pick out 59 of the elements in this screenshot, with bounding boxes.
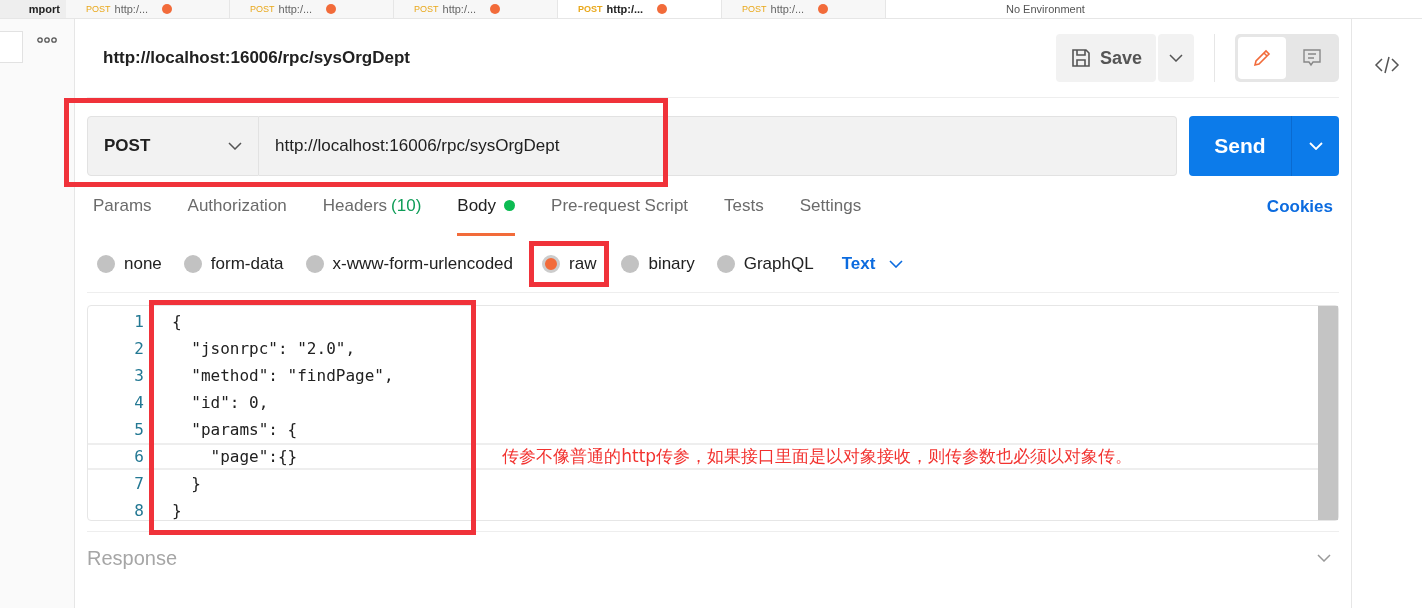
line-number: 2 xyxy=(133,339,145,358)
edit-button[interactable] xyxy=(1238,37,1286,79)
code-line: "page":{} xyxy=(209,447,298,466)
tab[interactable]: Authorization xyxy=(187,178,287,236)
request-tab[interactable]: POST http:/... xyxy=(394,0,558,18)
save-dropdown-button[interactable] xyxy=(1158,34,1194,82)
request-tab[interactable]: POST http:/... xyxy=(722,0,886,18)
environment-selector[interactable]: No Environment xyxy=(1006,3,1085,15)
line-number: 7 xyxy=(133,474,145,493)
radio-option[interactable]: none xyxy=(97,254,162,274)
tab[interactable]: Body xyxy=(457,178,516,236)
import-button[interactable]: mport xyxy=(0,0,66,18)
code-line: "jsonrpc": "2.0", xyxy=(190,339,356,358)
request-tab[interactable]: POST http:/... xyxy=(230,0,394,18)
format-dropdown[interactable]: Text xyxy=(841,254,904,274)
response-label: Response xyxy=(87,546,178,570)
tab[interactable]: Headers (10) xyxy=(322,178,422,236)
send-button[interactable]: Send xyxy=(1189,116,1291,176)
radio-option[interactable]: form-data xyxy=(183,254,284,274)
code-line: } xyxy=(190,474,201,493)
line-number: 1 xyxy=(133,312,145,331)
cookies-link[interactable]: Cookies xyxy=(1266,197,1333,217)
radio-option[interactable]: binary xyxy=(621,254,695,274)
line-number: 3 xyxy=(133,366,145,385)
comment-icon xyxy=(1301,47,1323,69)
code-icon[interactable] xyxy=(1374,55,1400,75)
chevron-icon[interactable] xyxy=(1317,554,1331,562)
pencil-icon xyxy=(1251,47,1273,69)
radio-option[interactable]: raw xyxy=(542,254,597,274)
code-line: "method": "findPage", xyxy=(190,366,394,385)
code-line: "params": { xyxy=(190,420,298,439)
line-number: 8 xyxy=(133,501,145,520)
line-number: 5 xyxy=(133,420,145,439)
radio-option[interactable]: x-www-form-urlencoded xyxy=(305,254,513,274)
caret-icon xyxy=(1308,142,1323,150)
caret-icon xyxy=(1169,54,1183,62)
send-dropdown-button[interactable] xyxy=(1291,116,1339,176)
line-number: 4 xyxy=(133,393,145,412)
request-tab[interactable]: POST http:/... xyxy=(66,0,230,18)
code-line: "id": 0, xyxy=(190,393,269,412)
method-dropdown[interactable]: POST xyxy=(87,116,259,176)
line-number: 6 xyxy=(133,447,145,466)
save-icon xyxy=(1069,47,1092,69)
scrollbar[interactable] xyxy=(1318,306,1338,520)
code-line: { xyxy=(172,312,182,331)
radio-option[interactable]: GraphQL xyxy=(716,254,814,274)
code-line: } xyxy=(172,501,182,520)
save-button[interactable]: Save xyxy=(1055,34,1156,82)
more-icon[interactable] xyxy=(37,37,57,43)
tab[interactable]: Pre-request Script xyxy=(551,178,689,236)
url-field[interactable]: http://localhost:16006/rpc/sysOrgDept xyxy=(259,116,1177,176)
tab[interactable]: Settings xyxy=(799,178,862,236)
tab[interactable]: Params xyxy=(93,178,152,236)
caret-icon xyxy=(228,142,242,150)
request-title: http://localhost:16006/rpc/sysOrgDept xyxy=(103,48,411,68)
code-editor[interactable]: 1 { 2 "jsonrpc": "2.0", 3 "method": "findPage", 4 "id": 0, 5 "params": { 6 "page":{} 传参不像普通的http传参，如果接口里面是以对象接收，则传参数也必须以对象传。 7 } 8 } xyxy=(87,305,1339,521)
tab[interactable]: Tests xyxy=(724,178,764,236)
annotation-text: 传参不像普通的http传参，如果接口里面是以对象接收，则传参数也必须以对象传。 xyxy=(502,445,1133,468)
caret-icon xyxy=(889,260,904,268)
